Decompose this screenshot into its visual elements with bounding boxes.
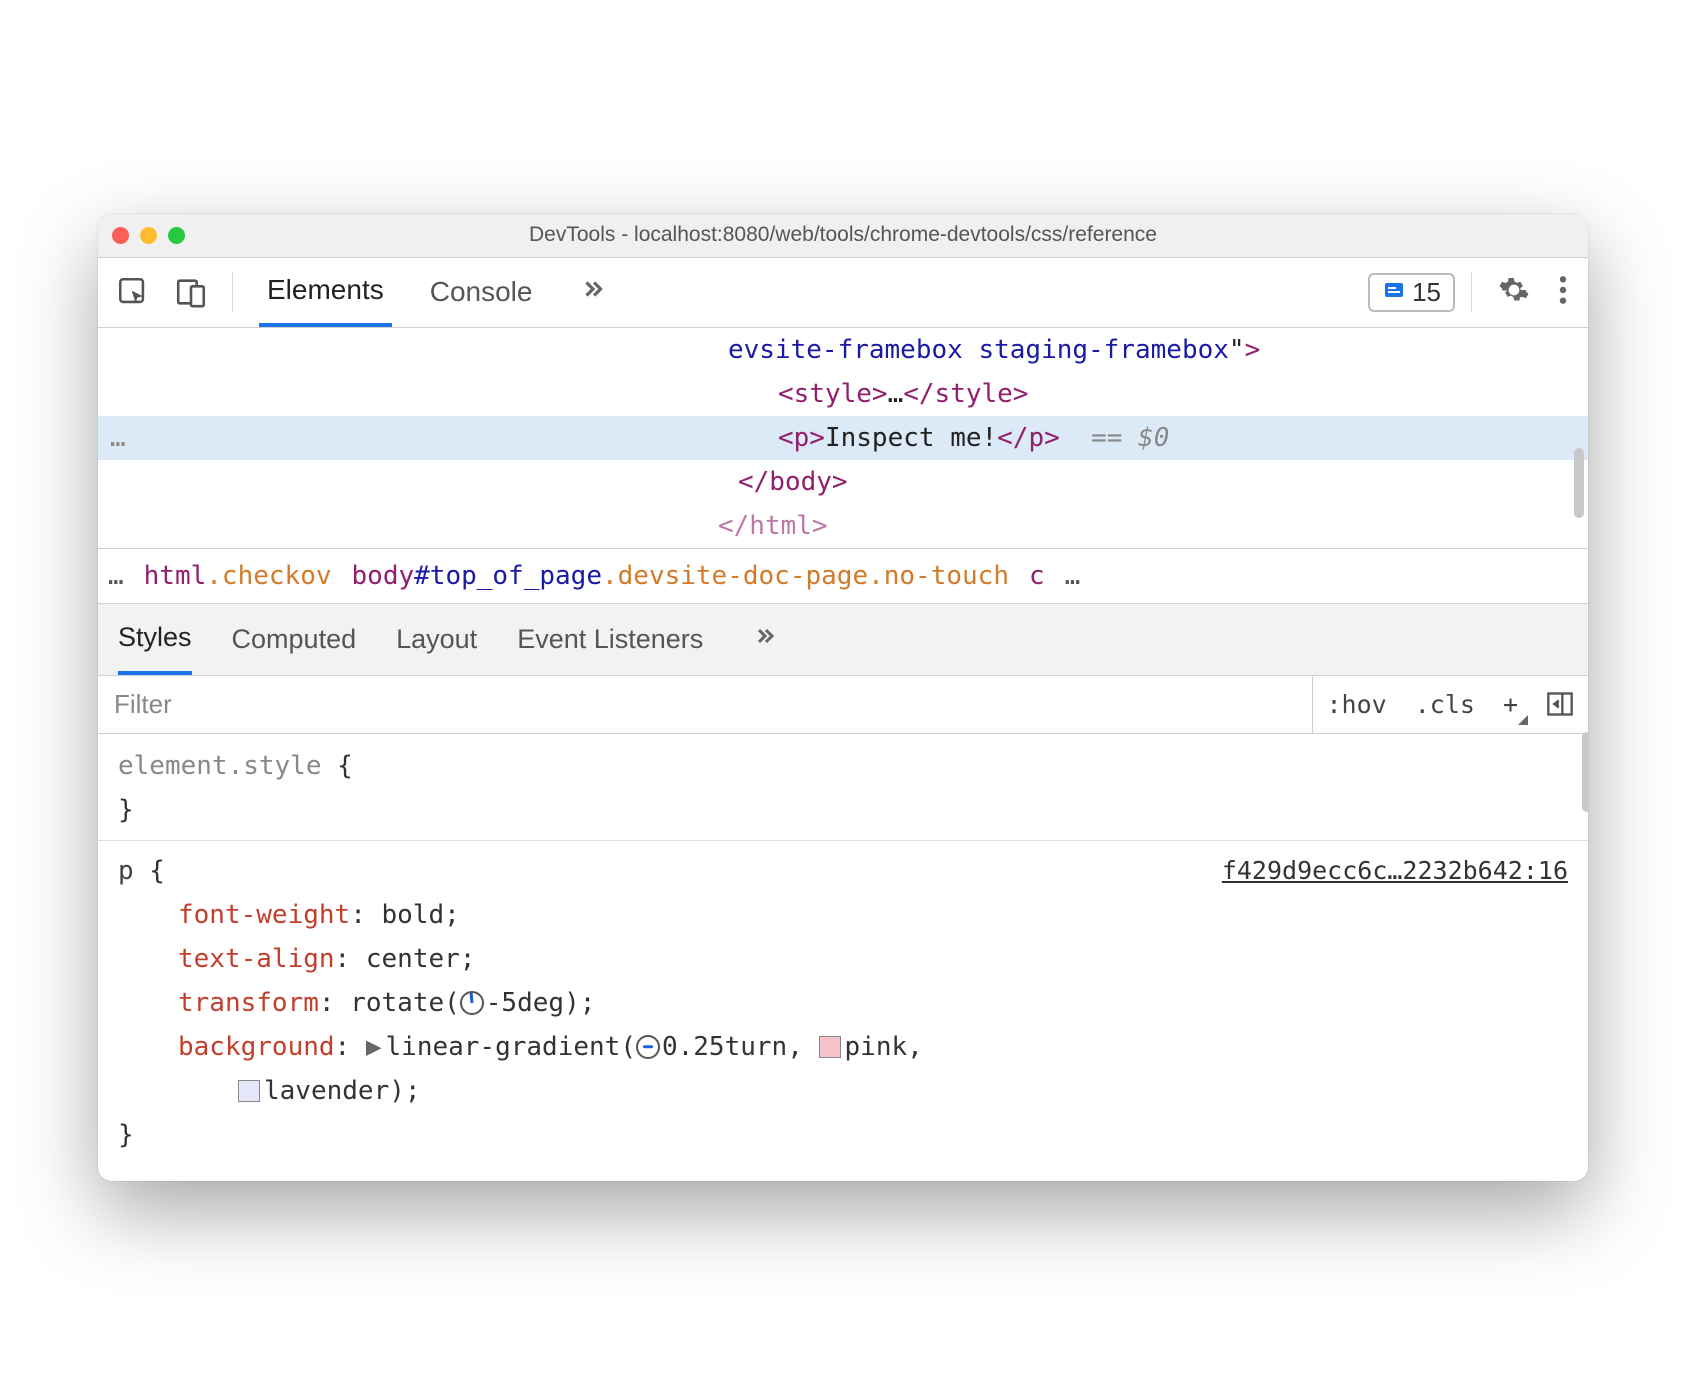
rule-separator (98, 840, 1588, 841)
window-title: DevTools - localhost:8080/web/tools/chro… (98, 223, 1588, 247)
angle-clock-icon[interactable] (636, 1035, 660, 1059)
dom-row[interactable]: <style>…</style> (98, 372, 1588, 416)
style-rule-p[interactable]: p { f429d9ecc6c…2232b642:16 font-weight:… (118, 849, 1568, 1157)
dom-row[interactable]: evsite-framebox staging-framebox"> (98, 328, 1588, 372)
close-window-button[interactable] (112, 227, 129, 244)
titlebar: DevTools - localhost:8080/web/tools/chro… (98, 214, 1588, 258)
color-swatch-icon[interactable] (819, 1036, 841, 1058)
issues-counter[interactable]: 15 (1368, 273, 1455, 312)
scrollbar-thumb[interactable] (1574, 448, 1584, 518)
scrollbar-thumb[interactable] (1582, 732, 1588, 812)
breadcrumb-segment[interactable]: html.checkov (144, 561, 332, 591)
dom-row-selected[interactable]: <p>Inspect me!</p> == $0 (98, 416, 1588, 460)
device-toolbar-icon[interactable] (166, 267, 216, 317)
css-declaration-continuation[interactable]: lavender); (118, 1069, 1568, 1113)
cls-toggle[interactable]: .cls (1401, 676, 1489, 733)
issues-count: 15 (1412, 277, 1441, 308)
window-controls (112, 227, 185, 244)
color-swatch-icon[interactable] (238, 1080, 260, 1102)
dom-breadcrumb[interactable]: … html.checkov body#top_of_page.devsite-… (98, 548, 1588, 604)
tab-elements[interactable]: Elements (259, 258, 392, 327)
tab-layout[interactable]: Layout (396, 604, 477, 675)
tab-event-listeners[interactable]: Event Listeners (517, 604, 703, 675)
new-style-rule-button[interactable]: + (1489, 676, 1532, 733)
more-subtabs-chevron-icon[interactable] (743, 623, 787, 655)
inspect-element-icon[interactable] (108, 267, 158, 317)
css-declaration[interactable]: font-weight: bold; (118, 893, 1568, 937)
css-declaration[interactable]: background: ▶linear-gradient(0.25turn, p… (118, 1025, 1568, 1069)
dom-row[interactable]: </body> (98, 460, 1588, 504)
dom-row[interactable]: </html> (98, 504, 1588, 548)
breadcrumb-ellipsis-left[interactable]: … (108, 561, 124, 591)
tab-computed[interactable]: Computed (232, 604, 357, 675)
settings-gear-icon[interactable] (1488, 274, 1540, 311)
dom-tree[interactable]: evsite-framebox staging-framebox"> <styl… (98, 328, 1588, 548)
panel-tabs: Elements Console (259, 258, 616, 327)
style-rule-element[interactable]: element.style { } (118, 744, 1568, 832)
styles-pane-tabs: Styles Computed Layout Event Listeners (98, 604, 1588, 676)
breadcrumb-segment[interactable]: body#top_of_page.devsite-doc-page.no-tou… (352, 561, 1009, 591)
main-toolbar: Elements Console 15 (98, 258, 1588, 328)
hov-toggle[interactable]: :hov (1313, 676, 1401, 733)
more-tabs-chevron-icon[interactable] (570, 276, 616, 309)
computed-sidebar-toggle-icon[interactable] (1532, 676, 1588, 733)
breadcrumb-segment-partial[interactable]: c (1029, 561, 1045, 591)
css-declaration[interactable]: transform: rotate(-5deg); (118, 981, 1568, 1025)
styles-content[interactable]: element.style { } p { f429d9ecc6c…2232b6… (98, 734, 1588, 1181)
breadcrumb-ellipsis-right[interactable]: … (1065, 561, 1081, 591)
more-options-icon[interactable] (1548, 274, 1578, 311)
minimize-window-button[interactable] (140, 227, 157, 244)
angle-clock-icon[interactable] (460, 991, 484, 1015)
devtools-window: DevTools - localhost:8080/web/tools/chro… (98, 214, 1588, 1181)
styles-filter-bar: :hov .cls + (98, 676, 1588, 734)
css-declaration[interactable]: text-align: center; (118, 937, 1568, 981)
tab-console[interactable]: Console (422, 258, 541, 327)
toolbar-separator (232, 272, 233, 312)
tab-styles[interactable]: Styles (118, 604, 192, 675)
toolbar-separator (1471, 272, 1472, 312)
expand-triangle-icon[interactable]: ▶ (366, 1032, 382, 1062)
styles-filter-input[interactable] (98, 676, 1313, 733)
stylesheet-source-link[interactable]: f429d9ecc6c…2232b642:16 (1222, 849, 1568, 893)
maximize-window-button[interactable] (168, 227, 185, 244)
